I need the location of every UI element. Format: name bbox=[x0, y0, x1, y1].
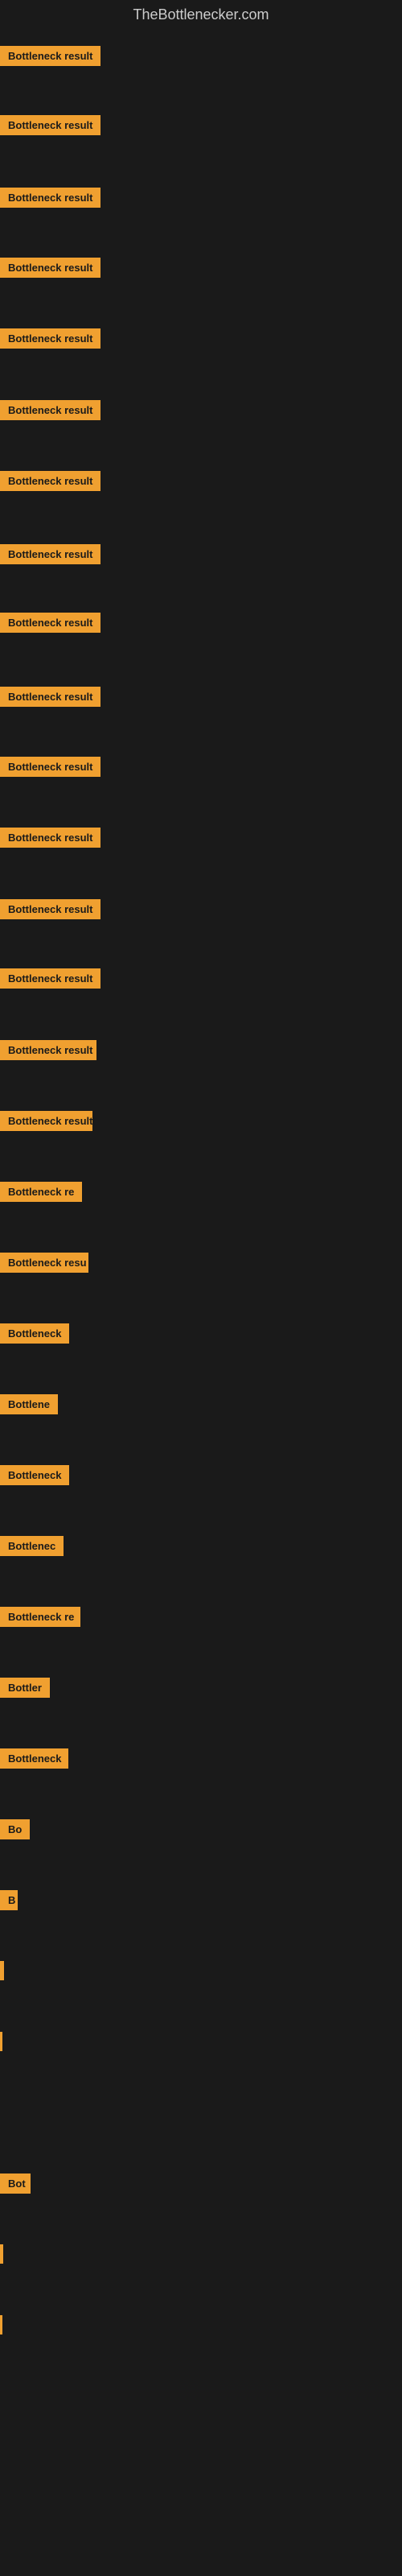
bottleneck-badge: Bottleneck result bbox=[0, 968, 100, 989]
bottleneck-badge: Bot bbox=[0, 2174, 31, 2194]
bottleneck-badge: Bottleneck result bbox=[0, 544, 100, 564]
bottleneck-badge: Bottlene bbox=[0, 1394, 58, 1414]
list-item: Bottleneck bbox=[0, 1465, 69, 1489]
bottleneck-badge: Bottlenec bbox=[0, 1536, 64, 1556]
bottleneck-badge: Bottleneck re bbox=[0, 1607, 80, 1627]
list-item: Bottleneck result bbox=[0, 613, 100, 637]
bottleneck-badge bbox=[0, 2244, 3, 2264]
bottleneck-badge: Bottleneck result bbox=[0, 258, 100, 278]
bottleneck-badge: Bottleneck result bbox=[0, 687, 100, 707]
site-title: TheBottlenecker.com bbox=[0, 0, 402, 30]
bottleneck-badge: B bbox=[0, 1890, 18, 1910]
list-item: Bottleneck result bbox=[0, 471, 100, 495]
list-item bbox=[0, 1961, 4, 1984]
list-item: Bot bbox=[0, 2174, 31, 2198]
list-item: Bottleneck result bbox=[0, 115, 100, 139]
bottleneck-badge: Bottleneck result bbox=[0, 757, 100, 777]
bottleneck-badge: Bottleneck result bbox=[0, 828, 100, 848]
list-item: Bottleneck result bbox=[0, 400, 100, 424]
list-item: Bottleneck result bbox=[0, 968, 100, 993]
list-item: Bottleneck result bbox=[0, 46, 100, 70]
bottleneck-badge: Bottleneck result bbox=[0, 188, 100, 208]
list-item: Bottleneck result bbox=[0, 757, 100, 781]
list-item: Bottleneck result bbox=[0, 1111, 92, 1135]
bottleneck-badge: Bottleneck bbox=[0, 1465, 69, 1485]
list-item: Bottleneck result bbox=[0, 687, 100, 711]
bottleneck-badge bbox=[0, 2315, 2, 2334]
bottleneck-badge: Bottleneck result bbox=[0, 400, 100, 420]
list-item: B bbox=[0, 1890, 18, 1914]
list-item: Bottleneck resu bbox=[0, 1253, 88, 1277]
bottleneck-badge bbox=[0, 2032, 2, 2051]
bottleneck-badge: Bottleneck result bbox=[0, 46, 100, 66]
list-item bbox=[0, 2244, 3, 2268]
list-item: Bottlene bbox=[0, 1394, 58, 1418]
list-item: Bottleneck result bbox=[0, 328, 100, 353]
bottleneck-badge: Bottleneck re bbox=[0, 1182, 82, 1202]
list-item: Bottler bbox=[0, 1678, 50, 1702]
bottleneck-badge: Bottleneck result bbox=[0, 1040, 96, 1060]
list-item: Bottleneck re bbox=[0, 1607, 80, 1631]
list-item bbox=[0, 2315, 2, 2339]
bottleneck-badge: Bo bbox=[0, 1819, 30, 1839]
list-item: Bottleneck result bbox=[0, 1040, 96, 1064]
list-item: Bottlenec bbox=[0, 1536, 64, 1560]
bottleneck-badge bbox=[0, 1961, 4, 1980]
bottleneck-badge: Bottleneck result bbox=[0, 613, 100, 633]
bottleneck-badge: Bottleneck resu bbox=[0, 1253, 88, 1273]
list-item: Bottleneck result bbox=[0, 258, 100, 282]
bottleneck-badge: Bottleneck bbox=[0, 1748, 68, 1769]
bottleneck-badge: Bottler bbox=[0, 1678, 50, 1698]
list-item: Bottleneck result bbox=[0, 544, 100, 568]
list-item: Bottleneck bbox=[0, 1748, 68, 1773]
bottleneck-badge: Bottleneck result bbox=[0, 1111, 92, 1131]
list-item: Bo bbox=[0, 1819, 30, 1843]
bottleneck-badge: Bottleneck result bbox=[0, 115, 100, 135]
list-item: Bottleneck bbox=[0, 1323, 69, 1348]
list-item: Bottleneck result bbox=[0, 899, 100, 923]
bottleneck-badge: Bottleneck result bbox=[0, 899, 100, 919]
bottleneck-badge: Bottleneck result bbox=[0, 471, 100, 491]
bottleneck-badge: Bottleneck result bbox=[0, 328, 100, 349]
list-item: Bottleneck re bbox=[0, 1182, 82, 1206]
bottleneck-badge: Bottleneck bbox=[0, 1323, 69, 1344]
list-item: Bottleneck result bbox=[0, 188, 100, 212]
list-item: Bottleneck result bbox=[0, 828, 100, 852]
list-item bbox=[0, 2032, 2, 2055]
